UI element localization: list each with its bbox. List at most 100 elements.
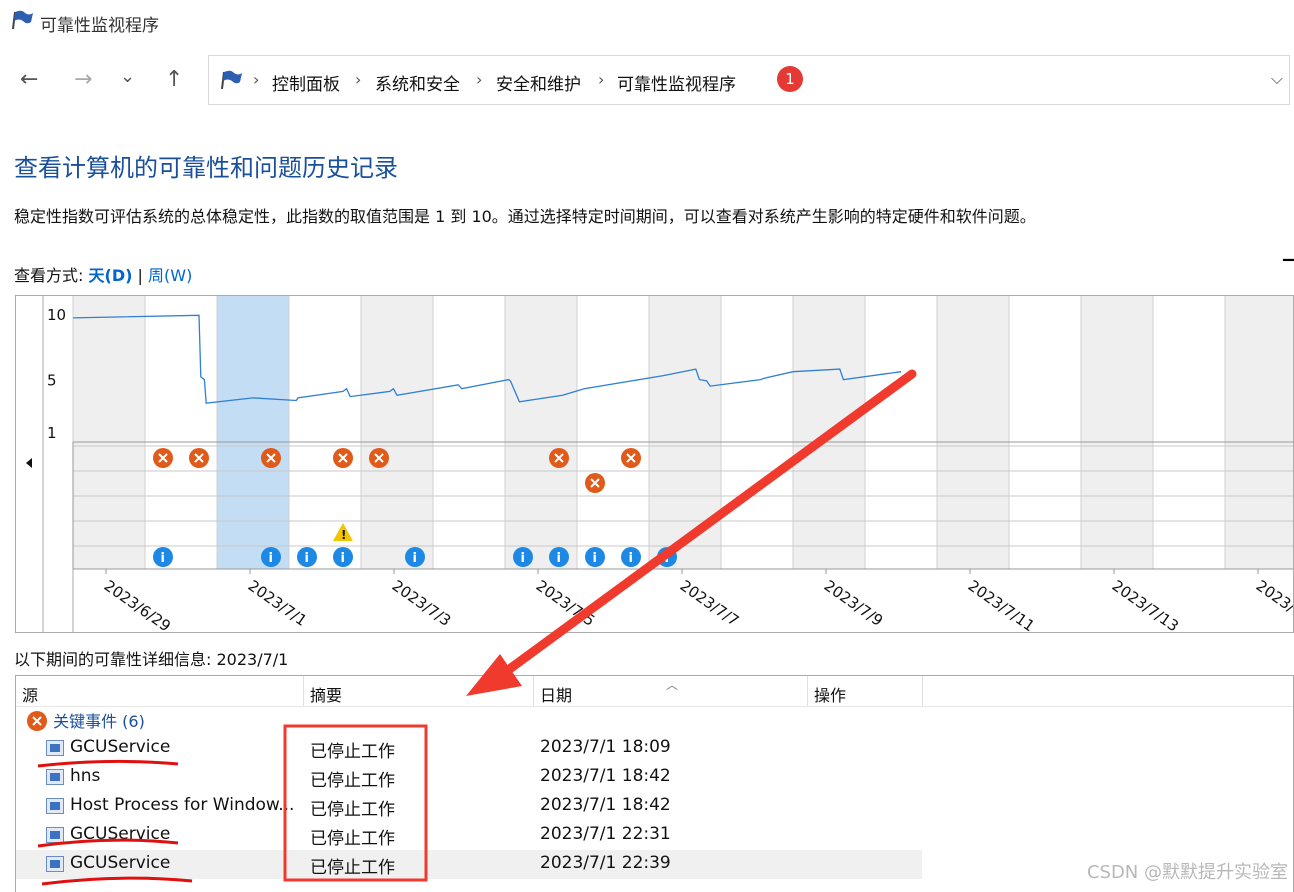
row-summary: 已停止工作 <box>310 829 395 849</box>
day-column <box>217 296 289 569</box>
scroll-left-icon[interactable] <box>26 458 32 468</box>
column-source[interactable]: 源 <box>22 682 38 706</box>
day-column <box>1081 296 1153 569</box>
chevron-down-icon[interactable]: ⌵ <box>1271 69 1283 89</box>
day-column <box>721 296 793 569</box>
view-separator: | <box>137 266 143 285</box>
day-column <box>433 296 505 569</box>
column-divider[interactable] <box>807 676 808 706</box>
x-tick-label: 2023/7/1 <box>245 577 311 630</box>
information-icon-mark: i <box>269 551 273 566</box>
window-title: 可靠性监视程序 <box>40 16 159 36</box>
critical-error-icon <box>27 711 47 731</box>
back-button[interactable]: ← <box>20 67 38 92</box>
view-day-link[interactable]: 天(D) <box>89 266 133 285</box>
breadcrumb-control-panel[interactable]: 控制面板 <box>272 70 340 95</box>
pane-edge-icon: ▔ <box>1283 260 1294 276</box>
row-date: 2023/7/1 22:31 <box>540 824 671 844</box>
x-tick-label: 2023/7/9 <box>821 577 887 630</box>
header-divider <box>16 706 1293 707</box>
application-icon <box>46 827 64 843</box>
day-column <box>1009 296 1081 569</box>
breadcrumb-separator: › <box>355 70 362 89</box>
column-divider[interactable] <box>922 676 923 706</box>
row-summary: 已停止工作 <box>310 800 395 820</box>
application-icon <box>46 798 64 814</box>
row-summary: 已停止工作 <box>310 771 395 791</box>
day-column <box>361 296 433 569</box>
breadcrumb-separator: › <box>476 70 483 89</box>
details-title: 以下期间的可靠性详细信息: 2023/7/1 <box>14 650 289 669</box>
information-icon-mark: i <box>413 551 417 566</box>
breadcrumb-separator: › <box>598 70 605 89</box>
day-column <box>1225 296 1294 569</box>
column-divider[interactable] <box>303 676 304 706</box>
row-source: hns <box>70 766 101 786</box>
column-action[interactable]: 操作 <box>814 682 846 706</box>
table-row[interactable]: hns 已停止工作 2023/7/1 18:42 <box>16 763 922 792</box>
view-week-link[interactable]: 周(W) <box>148 266 192 285</box>
table-row[interactable]: GCUService 已停止工作 2023/7/1 22:39 <box>16 850 922 879</box>
information-icon-mark: i <box>305 551 309 566</box>
day-column <box>73 296 145 569</box>
column-date[interactable]: 日期 <box>540 682 572 706</box>
row-date: 2023/7/1 18:09 <box>540 737 671 757</box>
x-tick-label: 2023/7/5 <box>533 577 599 630</box>
breadcrumb-security-maintenance[interactable]: 安全和维护 <box>496 70 581 95</box>
breadcrumb-separator: › <box>253 70 260 89</box>
recent-locations-button[interactable]: ⌄ <box>120 66 135 87</box>
row-source: GCUService <box>70 853 171 873</box>
table-row[interactable]: GCUService 已停止工作 2023/7/1 22:31 <box>16 821 922 850</box>
breadcrumb-system-security[interactable]: 系统和安全 <box>375 70 460 95</box>
application-icon <box>46 740 64 756</box>
control-panel-flag-icon <box>221 70 242 90</box>
view-by: 查看方式: 天(D) | 周(W) <box>14 262 192 286</box>
group-label: 关键事件 (6) <box>53 712 145 731</box>
day-column <box>865 296 937 569</box>
row-summary: 已停止工作 <box>310 858 395 878</box>
day-column <box>937 296 1009 569</box>
annotation-badge: 1 <box>777 66 803 92</box>
information-icon-mark: i <box>665 551 669 566</box>
information-icon-mark: i <box>341 551 345 566</box>
day-column <box>289 296 361 569</box>
row-date: 2023/7/1 22:39 <box>540 853 671 873</box>
title-bar: 可靠性监视程序 <box>0 0 1294 44</box>
view-by-label: 查看方式: <box>14 266 84 285</box>
day-column <box>505 296 577 569</box>
row-source: GCUService <box>70 737 171 757</box>
watermark: CSDN @默默提升实验室 <box>1086 862 1288 883</box>
table-row[interactable]: GCUService 已停止工作 2023/7/1 18:09 <box>16 734 922 763</box>
group-critical-events[interactable]: 关键事件 (6) <box>26 708 145 732</box>
address-bar[interactable]: › 控制面板 › 系统和安全 › 安全和维护 › 可靠性监视程序 1 ⌵ <box>208 55 1290 105</box>
information-icon-mark: i <box>629 551 633 566</box>
sort-ascending-icon: ︿ <box>666 678 679 692</box>
row-date: 2023/7/1 18:42 <box>540 795 671 815</box>
page-title: 查看计算机的可靠性和问题历史记录 <box>14 154 398 182</box>
breadcrumb-reliability-monitor[interactable]: 可靠性监视程序 <box>617 70 736 95</box>
row-source: GCUService <box>70 824 171 844</box>
information-icon-mark: i <box>557 551 561 566</box>
information-icon-mark: i <box>593 551 597 566</box>
y-tick-label: 5 <box>47 372 57 390</box>
page-description: 稳定性指数可评估系统的总体稳定性，此指数的取值范围是 1 到 10。通过选择特定… <box>14 207 1036 226</box>
column-divider[interactable] <box>533 676 534 706</box>
x-tick-label: 2023/7/15 <box>1253 577 1293 632</box>
x-tick-label: 2023/7/3 <box>389 577 455 630</box>
day-column <box>1153 296 1225 569</box>
day-column <box>793 296 865 569</box>
up-button[interactable]: ↑ <box>165 67 183 92</box>
column-summary[interactable]: 摘要 <box>310 682 342 706</box>
day-column <box>577 296 649 569</box>
x-tick-label: 2023/7/7 <box>677 577 743 630</box>
x-tick-label: 2023/6/29 <box>101 577 174 632</box>
x-tick-label: 2023/7/13 <box>1109 577 1182 632</box>
reliability-chart[interactable]: 10 5 1! i i i i i i i i i i 2023/6/29 2023/7/1 2023/7/3… <box>15 295 1294 635</box>
row-date: 2023/7/1 18:42 <box>540 766 671 786</box>
application-icon <box>46 769 64 785</box>
reliability-flag-icon <box>12 10 33 30</box>
y-tick-label: 1 <box>47 424 57 442</box>
information-icon-mark: i <box>521 551 525 566</box>
forward-button[interactable]: → <box>74 67 92 92</box>
table-row[interactable]: Host Process for Window... 已停止工作 2023/7/1 … <box>16 792 922 821</box>
